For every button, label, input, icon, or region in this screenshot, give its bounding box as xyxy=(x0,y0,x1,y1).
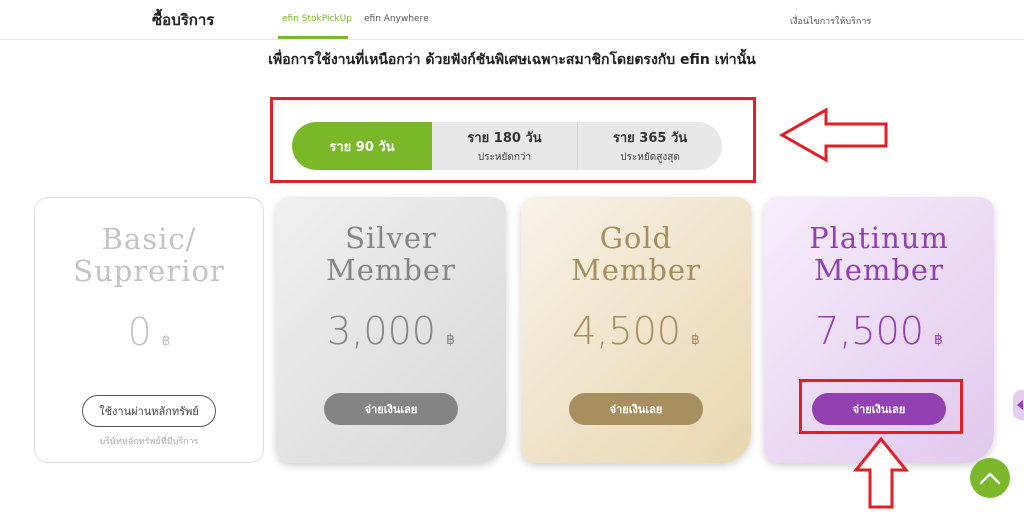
plan-title: Silver Member xyxy=(276,222,506,286)
toggle-option-subtitle: ประหยัดสูงสุด xyxy=(620,152,680,163)
currency-symbol: ฿ xyxy=(161,333,171,349)
tab-efin-stokpickup[interactable]: efin StokPickUp xyxy=(282,14,352,24)
page-headline: เพื่อการใช้งานที่เหนือกว่า ด้วยฟังก์ชันพ… xyxy=(268,52,756,68)
active-tab-indicator xyxy=(278,36,348,39)
plan-price: 4,500 ฿ xyxy=(521,309,751,353)
side-drawer-tab[interactable] xyxy=(1013,390,1024,420)
plan-title: Basic/ Suprerior xyxy=(35,223,263,287)
toggle-option-90-days[interactable]: ราย 90 วัน xyxy=(292,122,432,170)
pay-now-button-gold[interactable]: จ่ายเงินเลย xyxy=(569,393,703,425)
use-via-broker-button[interactable]: ใช้งานผ่านหลักทรัพย์ xyxy=(82,395,216,427)
plan-price: 7,500 ฿ xyxy=(764,309,994,353)
plan-title-line: Platinum xyxy=(809,221,949,255)
price-amount: 7,500 xyxy=(815,309,924,353)
plan-price: 0 ฿ xyxy=(35,310,263,354)
plan-title-line: Suprerior xyxy=(73,254,225,288)
annotation-highlight-pay-button xyxy=(799,379,963,434)
toggle-option-label: ราย 180 วัน xyxy=(467,131,542,146)
chevron-left-icon xyxy=(1017,400,1023,410)
page-brand-title: ซื้อบริการ xyxy=(152,11,215,29)
supported-brokers-note: บริษัทหลักทรัพย์ที่มีบริการ xyxy=(99,437,199,447)
duration-toggle: ราย 90 วัน ราย 180 วัน ประหยัดกว่า ราย 3… xyxy=(292,122,722,170)
plan-title-line: Basic/ xyxy=(101,222,197,256)
plan-title: Platinum Member xyxy=(764,222,994,286)
currency-symbol: ฿ xyxy=(690,332,700,348)
price-amount: 3,000 xyxy=(327,309,436,353)
plan-card-gold: Gold Member 4,500 ฿ จ่ายเงินเลย xyxy=(521,197,751,463)
plan-title-line: Silver xyxy=(345,221,437,255)
plan-price: 3,000 ฿ xyxy=(276,309,506,353)
chevron-up-icon xyxy=(979,472,1001,485)
toggle-option-subtitle: ประหยัดกว่า xyxy=(477,152,532,163)
plan-title-line: Member xyxy=(326,253,456,287)
toggle-option-365-days[interactable]: ราย 365 วัน ประหยัดสูงสุด xyxy=(577,122,722,170)
plan-title-line: Member xyxy=(571,253,701,287)
currency-symbol: ฿ xyxy=(933,332,943,348)
pay-now-button-silver[interactable]: จ่ายเงินเลย xyxy=(324,393,458,425)
currency-symbol: ฿ xyxy=(445,332,455,348)
toggle-option-180-days[interactable]: ราย 180 วัน ประหยัดกว่า xyxy=(432,122,577,170)
annotation-arrow-up-icon xyxy=(852,436,910,509)
annotation-arrow-left-icon xyxy=(778,107,888,163)
plan-title-line: Gold xyxy=(599,221,673,255)
plan-title-line: Member xyxy=(814,253,944,287)
tab-efin-anywhere[interactable]: efin Anywhere xyxy=(364,14,429,24)
top-navigation-bar: ซื้อบริการ efin StokPickUp efin Anywhere… xyxy=(0,0,1024,40)
plan-title: Gold Member xyxy=(521,222,751,286)
plan-card-silver: Silver Member 3,000 ฿ จ่ายเงินเลย xyxy=(276,197,506,463)
scroll-to-top-button[interactable] xyxy=(970,458,1010,498)
toggle-option-label: ราย 365 วัน xyxy=(612,131,688,146)
toggle-option-label: ราย 90 วัน xyxy=(329,139,395,155)
price-amount: 0 xyxy=(127,310,152,354)
terms-of-service-link[interactable]: เงื่อนไขการให้บริการ xyxy=(790,14,871,28)
plan-card-basic: Basic/ Suprerior 0 ฿ ใช้งานผ่านหลักทรัพย… xyxy=(34,197,264,463)
price-amount: 4,500 xyxy=(572,309,681,353)
